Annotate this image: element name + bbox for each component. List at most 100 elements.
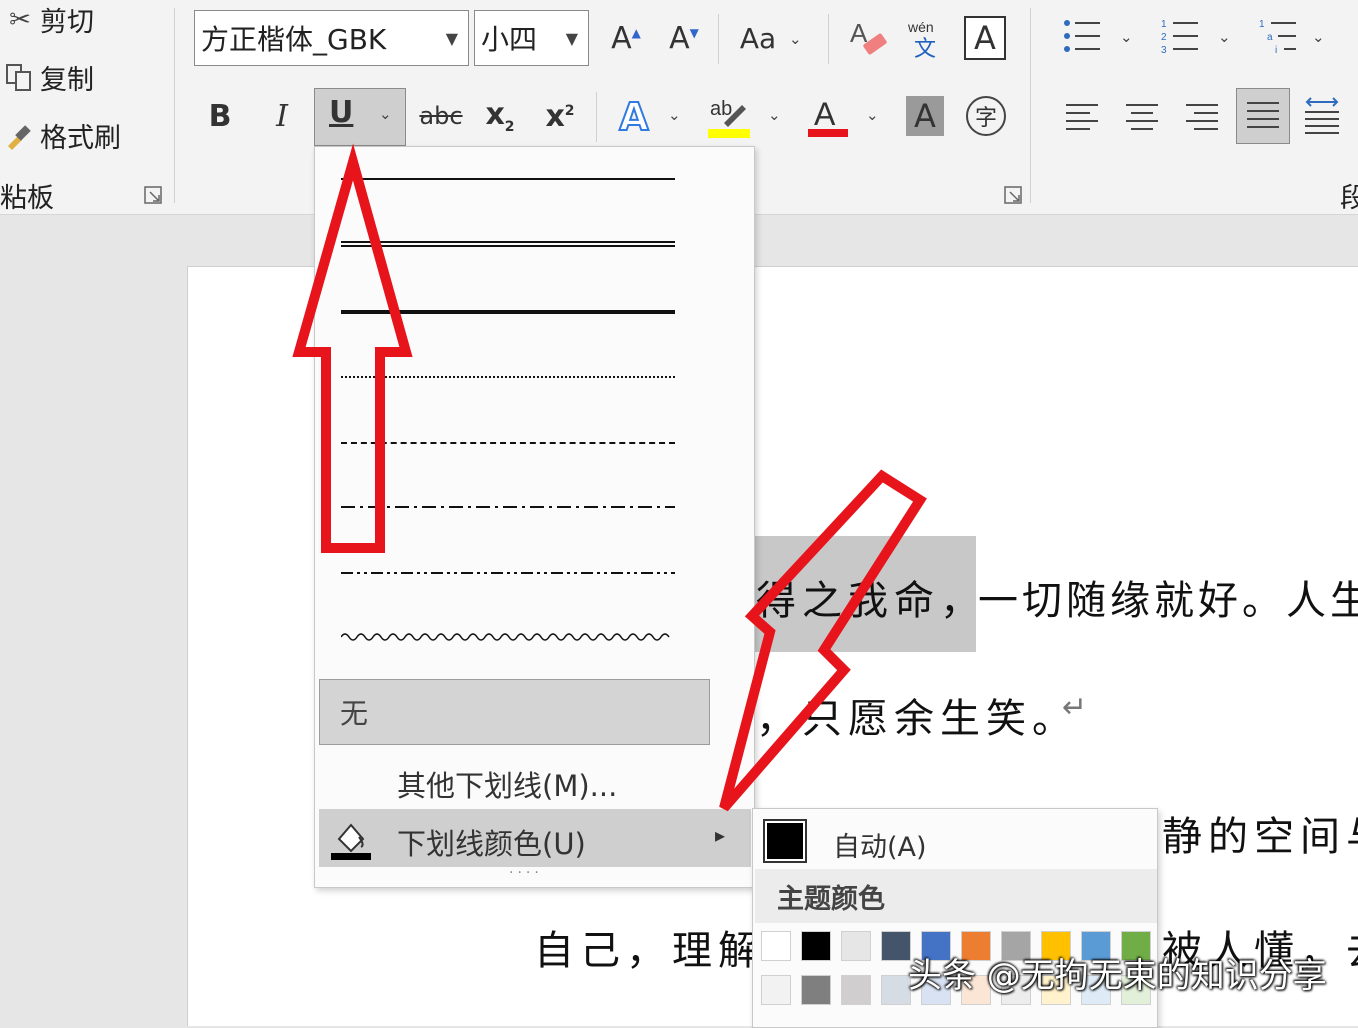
svg-text:A: A <box>814 96 836 132</box>
highlight-button[interactable]: ab <box>706 92 752 142</box>
chevron-down-icon[interactable]: ⌄ <box>1218 28 1231 46</box>
character-shading-icon: A <box>914 97 936 135</box>
justify-icon <box>1247 102 1279 128</box>
italic-button[interactable]: I <box>262 92 302 140</box>
clipboard-launcher-icon[interactable] <box>144 186 164 206</box>
doc-line-3-right[interactable]: 静的空间与 <box>1162 804 1358 862</box>
align-left-icon <box>1066 104 1098 130</box>
underline-style-double[interactable] <box>341 225 675 265</box>
theme-color-swatch[interactable] <box>841 931 871 961</box>
chevron-down-icon[interactable]: ⌄ <box>668 106 681 124</box>
italic-label: I <box>276 98 288 134</box>
shrink-font-button[interactable]: A▼ <box>664 14 704 62</box>
bullets-button[interactable] <box>1060 14 1104 58</box>
text-effects-button[interactable]: A <box>612 92 656 142</box>
theme-color-swatch[interactable] <box>801 975 831 1005</box>
font-name-combo[interactable]: 方正楷体_GBK ▼ <box>194 10 469 66</box>
phonetic-guide-icon: wén 文 <box>907 19 936 60</box>
align-center-icon <box>1126 104 1158 130</box>
underline-style-dashed[interactable] <box>341 423 675 463</box>
numbered-list-icon: 1 2 3 <box>1161 19 1198 56</box>
theme-color-swatch[interactable] <box>841 975 871 1005</box>
justify-button[interactable] <box>1236 88 1290 144</box>
chevron-down-icon: ▼ <box>445 29 458 48</box>
align-left-button[interactable] <box>1062 96 1102 136</box>
phonetic-guide-button[interactable]: wén 文 <box>904 14 948 62</box>
underline-style-dotted[interactable] <box>341 357 675 397</box>
chevron-down-icon[interactable]: ⌄ <box>1120 28 1133 46</box>
separator <box>718 14 719 64</box>
shrink-font-icon: A▼ <box>669 20 699 56</box>
subscript-button[interactable]: x2 <box>480 92 520 140</box>
cut-button[interactable]: ✂ 剪切 <box>0 0 94 39</box>
theme-color-swatch[interactable] <box>761 931 791 961</box>
character-shading-button[interactable]: A <box>906 96 944 136</box>
underline-style-dash-dot[interactable] <box>341 489 675 529</box>
paragraph-mark-icon: ↵ <box>1062 690 1088 725</box>
auto-color-item[interactable]: 自动(A) <box>753 809 1157 869</box>
change-case-button[interactable]: Aa <box>734 14 782 62</box>
separator <box>1030 8 1031 203</box>
numbering-button[interactable]: 1 2 3 <box>1158 14 1202 58</box>
underline-style-wave[interactable] <box>341 621 675 661</box>
doc-line-2[interactable]: ，只愿余生笑。 <box>756 686 1078 744</box>
doc-line-1-selected[interactable]: 得之我命， <box>756 568 986 626</box>
svg-text:1: 1 <box>1161 19 1167 30</box>
separator <box>174 8 175 203</box>
underline-none-item[interactable]: 无 <box>319 679 710 745</box>
clear-format-button[interactable]: A <box>846 14 890 62</box>
enclose-characters-button[interactable]: 字 <box>966 96 1006 136</box>
underline-style-thick[interactable] <box>341 291 675 331</box>
format-painter-button[interactable]: 格式刷 <box>0 116 121 155</box>
copy-button[interactable]: 复制 <box>0 58 94 97</box>
strikethrough-label: abc <box>419 102 463 130</box>
underline-color-item[interactable]: 下划线颜色(U) ▸ <box>319 809 751 867</box>
more-underlines-item[interactable]: 其他下划线(M)... <box>397 763 617 805</box>
doc-line-4-left[interactable]: 自己，理解 <box>534 918 764 976</box>
underline-style-dash-dot-dot[interactable] <box>341 555 675 595</box>
distributed-button[interactable] <box>1302 92 1342 140</box>
chevron-down-icon[interactable]: ⌄ <box>789 30 802 48</box>
align-right-button[interactable] <box>1182 96 1222 136</box>
brush-icon <box>0 118 40 154</box>
svg-text:文: 文 <box>914 37 936 60</box>
theme-color-swatch[interactable] <box>761 975 791 1005</box>
multilevel-list-button[interactable]: 1ai <box>1256 14 1300 58</box>
align-right-icon <box>1186 104 1218 130</box>
separator <box>828 14 829 64</box>
character-border-button[interactable]: A <box>964 16 1006 60</box>
underline-style-single[interactable] <box>341 159 675 199</box>
copy-icon <box>0 60 40 96</box>
font-size-combo[interactable]: 小四 ▼ <box>474 10 589 66</box>
strikethrough-button[interactable]: abc <box>418 92 464 140</box>
superscript-button[interactable]: x2 <box>540 92 580 140</box>
theme-colors-header: 主题颜色 <box>755 869 1157 923</box>
svg-text:1: 1 <box>1259 19 1265 30</box>
resize-grip-icon[interactable]: ···· <box>509 865 543 881</box>
chevron-down-icon[interactable]: ⌄ <box>379 105 392 123</box>
align-center-button[interactable] <box>1122 96 1162 136</box>
doc-line-1[interactable]: 一切随缘就好。人生 <box>978 568 1358 626</box>
underline-color-label: 下划线颜色(U) <box>397 827 586 861</box>
eraser-icon: A <box>850 18 887 55</box>
underline-split-button[interactable]: U ⌄ <box>314 88 406 146</box>
font-color-button[interactable]: A <box>806 92 850 142</box>
chevron-down-icon[interactable]: ⌄ <box>866 106 879 124</box>
subscript-icon: x2 <box>485 97 515 135</box>
chevron-down-icon[interactable]: ⌄ <box>768 106 781 124</box>
format-painter-label: 格式刷 <box>40 123 121 154</box>
character-border-icon: A <box>974 19 996 57</box>
grow-font-button[interactable]: A▲ <box>606 14 646 62</box>
auto-color-swatch <box>763 819 807 863</box>
theme-color-swatch[interactable] <box>881 931 911 961</box>
font-size-value: 小四 <box>481 23 538 56</box>
theme-color-swatch[interactable] <box>801 931 831 961</box>
chevron-down-icon[interactable]: ⌄ <box>1312 28 1325 46</box>
copy-label: 复制 <box>40 65 94 96</box>
bold-label: B <box>208 98 232 134</box>
bullet-list-icon <box>1064 20 1100 52</box>
bold-button[interactable]: B <box>200 92 240 140</box>
theme-color-swatch[interactable] <box>881 975 911 1005</box>
svg-text:i: i <box>1275 45 1277 56</box>
font-launcher-icon[interactable] <box>1004 186 1024 206</box>
